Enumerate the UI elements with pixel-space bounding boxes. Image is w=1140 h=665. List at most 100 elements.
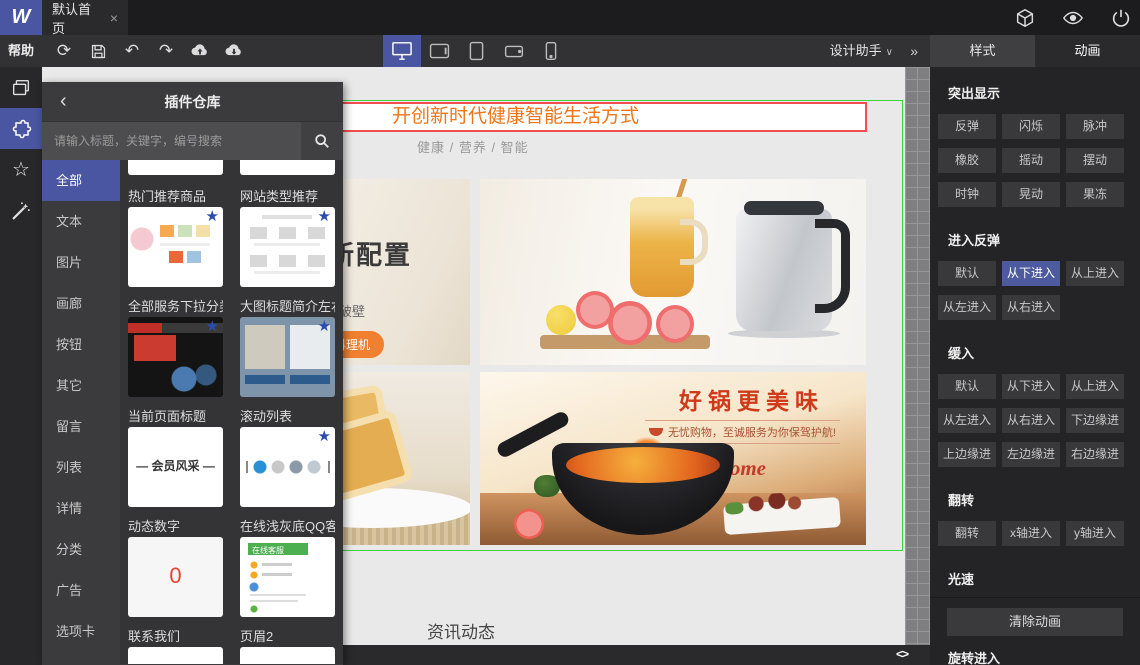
device-tablet-landscape-icon[interactable] xyxy=(421,35,458,67)
app-logo[interactable]: W xyxy=(0,0,42,35)
animation-button[interactable]: 从左进入 xyxy=(938,295,996,320)
category-item[interactable]: 按钮 xyxy=(42,324,120,365)
plugin-thumbnail[interactable]: 在线客服 xyxy=(240,537,335,617)
publish-cube-icon[interactable] xyxy=(1014,7,1036,29)
animation-button[interactable]: 从上进入 xyxy=(1066,261,1124,286)
animation-button[interactable]: x轴进入 xyxy=(1002,521,1060,546)
animation-button[interactable]: 从上进入 xyxy=(1066,374,1124,399)
design-assistant-button[interactable]: 设计助手 ∨ xyxy=(830,35,893,67)
plugin-item[interactable]: 热门推荐商品 ★ xyxy=(128,177,223,287)
cloud-upload-icon[interactable] xyxy=(188,39,212,63)
plugin-card-partial[interactable] xyxy=(128,160,223,175)
plugin-item[interactable]: 大图标题简介左右切... ★ xyxy=(240,287,335,397)
favorite-star-icon[interactable]: ★ xyxy=(318,319,331,334)
category-item[interactable]: 画廊 xyxy=(42,283,120,324)
redo-icon[interactable]: ↷ xyxy=(154,39,178,63)
kettle-photo[interactable] xyxy=(480,179,866,365)
news-section-heading[interactable]: 资讯动态 xyxy=(427,618,495,643)
animation-button[interactable]: y轴进入 xyxy=(1066,521,1124,546)
page-tab[interactable]: 默认首页 × xyxy=(42,0,128,36)
close-tab-icon[interactable]: × xyxy=(110,10,118,26)
cloud-download-icon[interactable] xyxy=(222,39,246,63)
tab-animation[interactable]: 动画 xyxy=(1035,35,1140,67)
animation-button[interactable]: 从下进入 xyxy=(1002,261,1060,286)
animation-button[interactable]: 时钟 xyxy=(938,182,996,207)
plugin-item[interactable]: 页眉2 xyxy=(240,617,335,664)
category-item[interactable]: 图片 xyxy=(42,242,120,283)
undo-icon[interactable]: ↶ xyxy=(120,39,144,63)
plugin-thumbnail[interactable]: 0 xyxy=(128,537,223,617)
sidebar-item-pages[interactable] xyxy=(0,67,42,108)
category-item[interactable]: 详情 xyxy=(42,488,120,529)
animation-button[interactable]: 右边缘进 xyxy=(1066,442,1124,467)
animation-button[interactable]: 左边缘进 xyxy=(1002,442,1060,467)
animation-button[interactable]: 从下进入 xyxy=(1002,374,1060,399)
animation-button[interactable]: 闪烁 xyxy=(1002,114,1060,139)
plugin-thumbnail[interactable]: ★ xyxy=(240,207,335,287)
search-button[interactable] xyxy=(301,122,343,160)
sidebar-item-plugins[interactable] xyxy=(0,108,42,149)
tab-style[interactable]: 样式 xyxy=(930,35,1035,67)
plugin-thumbnail[interactable]: ★ xyxy=(240,317,335,397)
favorite-star-icon[interactable]: ★ xyxy=(206,319,219,334)
device-phone-portrait-icon[interactable] xyxy=(532,35,569,67)
animation-button[interactable]: 反弹 xyxy=(938,114,996,139)
favorite-star-icon[interactable]: ★ xyxy=(318,429,331,444)
save-icon[interactable] xyxy=(86,39,110,63)
code-view-icon[interactable]: <> xyxy=(896,647,909,661)
animation-button[interactable]: 从左进入 xyxy=(938,408,996,433)
animation-button[interactable]: 果冻 xyxy=(1066,182,1124,207)
category-item[interactable]: 分类 xyxy=(42,529,120,570)
plugin-item[interactable]: 滚动列表 ★ xyxy=(240,397,335,507)
plugin-card-partial[interactable] xyxy=(240,160,335,175)
site-subtitle[interactable]: 健康 / 营养 / 智能 xyxy=(417,137,529,156)
animation-button[interactable]: 脉冲 xyxy=(1066,114,1124,139)
animation-button[interactable]: 默认 xyxy=(938,374,996,399)
plugin-thumbnail[interactable] xyxy=(128,647,223,664)
animation-button[interactable]: 橡胶 xyxy=(938,148,996,173)
sidebar-item-favorites[interactable]: ☆ xyxy=(0,149,42,190)
plugin-item[interactable]: 全部服务下拉分类带... ★ xyxy=(128,287,223,397)
plugin-thumbnail[interactable]: ★ xyxy=(240,427,335,507)
help-button[interactable]: 帮助 xyxy=(8,35,34,67)
clear-animation-button[interactable]: 清除动画 xyxy=(947,607,1123,636)
canvas-scrollbar[interactable] xyxy=(905,67,930,645)
plugin-thumbnail[interactable] xyxy=(240,647,335,664)
refresh-icon[interactable]: ⟳ xyxy=(52,39,76,63)
animation-button[interactable]: 下边缘进 xyxy=(1066,408,1124,433)
plugin-item[interactable]: 动态数字 0 xyxy=(128,507,223,617)
plugin-thumbnail[interactable]: ★ xyxy=(128,317,223,397)
animation-button[interactable]: 摆动 xyxy=(1066,148,1124,173)
category-item[interactable]: 留言 xyxy=(42,406,120,447)
category-item[interactable]: 导航 xyxy=(42,652,120,664)
plugin-item[interactable]: 网站类型推荐 ★ xyxy=(240,177,335,287)
category-item[interactable]: 列表 xyxy=(42,447,120,488)
sidebar-item-design-tools[interactable] xyxy=(0,190,42,231)
animation-button[interactable]: 晃动 xyxy=(1002,182,1060,207)
category-item[interactable]: 选项卡 xyxy=(42,611,120,652)
power-icon[interactable] xyxy=(1110,7,1132,29)
expand-toolbar-icon[interactable]: » xyxy=(910,35,918,67)
animation-button[interactable]: 翻转 xyxy=(938,521,996,546)
selected-title-element[interactable]: 开创新时代健康智能生活方式 xyxy=(338,102,867,132)
animation-button[interactable]: 从右进入 xyxy=(1002,408,1060,433)
category-item[interactable]: 全部 xyxy=(42,160,120,201)
animation-button[interactable]: 默认 xyxy=(938,261,996,286)
wok-banner[interactable]: 好锅更美味 无忧购物，至诚服务为你保驾护航! Warm Home xyxy=(480,372,866,545)
animation-button[interactable]: 摇动 xyxy=(1002,148,1060,173)
preview-eye-icon[interactable] xyxy=(1062,7,1084,29)
category-item[interactable]: 文本 xyxy=(42,201,120,242)
favorite-star-icon[interactable]: ★ xyxy=(318,209,331,224)
back-icon[interactable]: ‹ xyxy=(60,82,67,122)
animation-button[interactable]: 上边缘进 xyxy=(938,442,996,467)
plugin-item[interactable]: 当前页面标题 — 会员风采 — xyxy=(128,397,223,507)
device-tablet-portrait-icon[interactable] xyxy=(458,35,495,67)
plugin-search-input[interactable] xyxy=(42,122,301,160)
plugin-thumbnail[interactable]: ★ xyxy=(128,207,223,287)
category-item[interactable]: 其它 xyxy=(42,365,120,406)
category-item[interactable]: 广告 xyxy=(42,570,120,611)
device-desktop-icon[interactable] xyxy=(383,35,421,67)
animation-button[interactable]: 从右进入 xyxy=(1002,295,1060,320)
favorite-star-icon[interactable]: ★ xyxy=(206,209,219,224)
device-phone-landscape-icon[interactable] xyxy=(495,35,532,67)
